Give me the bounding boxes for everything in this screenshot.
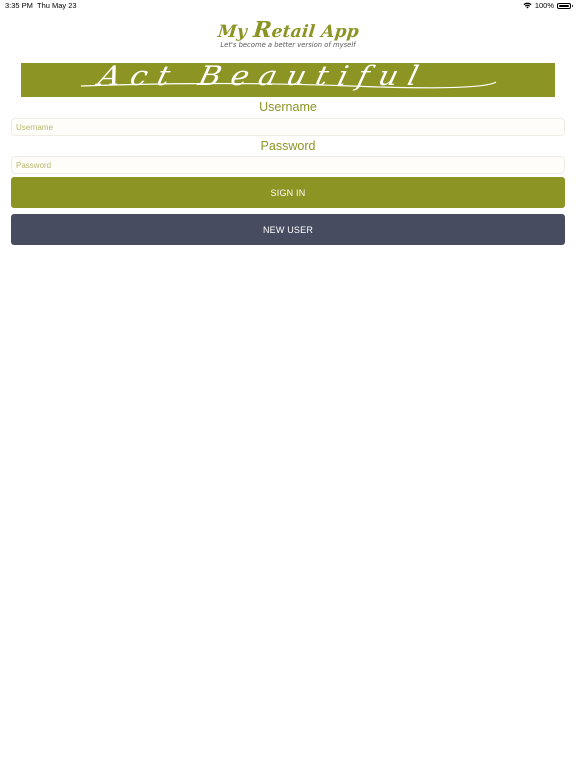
app-title-initial: R xyxy=(251,17,273,43)
username-label: Username xyxy=(259,100,317,114)
status-indicators: 100% xyxy=(523,1,573,10)
password-label: Password xyxy=(260,139,316,153)
banner-image: Act Beautiful xyxy=(21,63,555,97)
sign-in-button[interactable]: SIGN IN xyxy=(11,177,565,208)
new-user-button[interactable]: NEW USER xyxy=(11,214,565,245)
status-date: Thu May 23 xyxy=(37,1,77,10)
app-title-suffix: etail App xyxy=(270,22,360,42)
battery-percent: 100% xyxy=(534,1,554,10)
battery-icon xyxy=(557,2,573,9)
status-bar: 3:35 PM Thu May 23 100% xyxy=(0,0,576,12)
app-logo: My Retail App Let's become a better vers… xyxy=(0,17,576,49)
wifi-icon xyxy=(523,2,532,9)
app-title: My Retail App xyxy=(216,17,360,44)
status-time: 3:35 PM xyxy=(5,1,33,10)
app-title-prefix: My xyxy=(216,22,254,42)
battery-level-fill xyxy=(559,4,569,7)
username-input[interactable] xyxy=(11,118,565,136)
banner-swash xyxy=(80,81,497,89)
password-input[interactable] xyxy=(11,156,565,174)
